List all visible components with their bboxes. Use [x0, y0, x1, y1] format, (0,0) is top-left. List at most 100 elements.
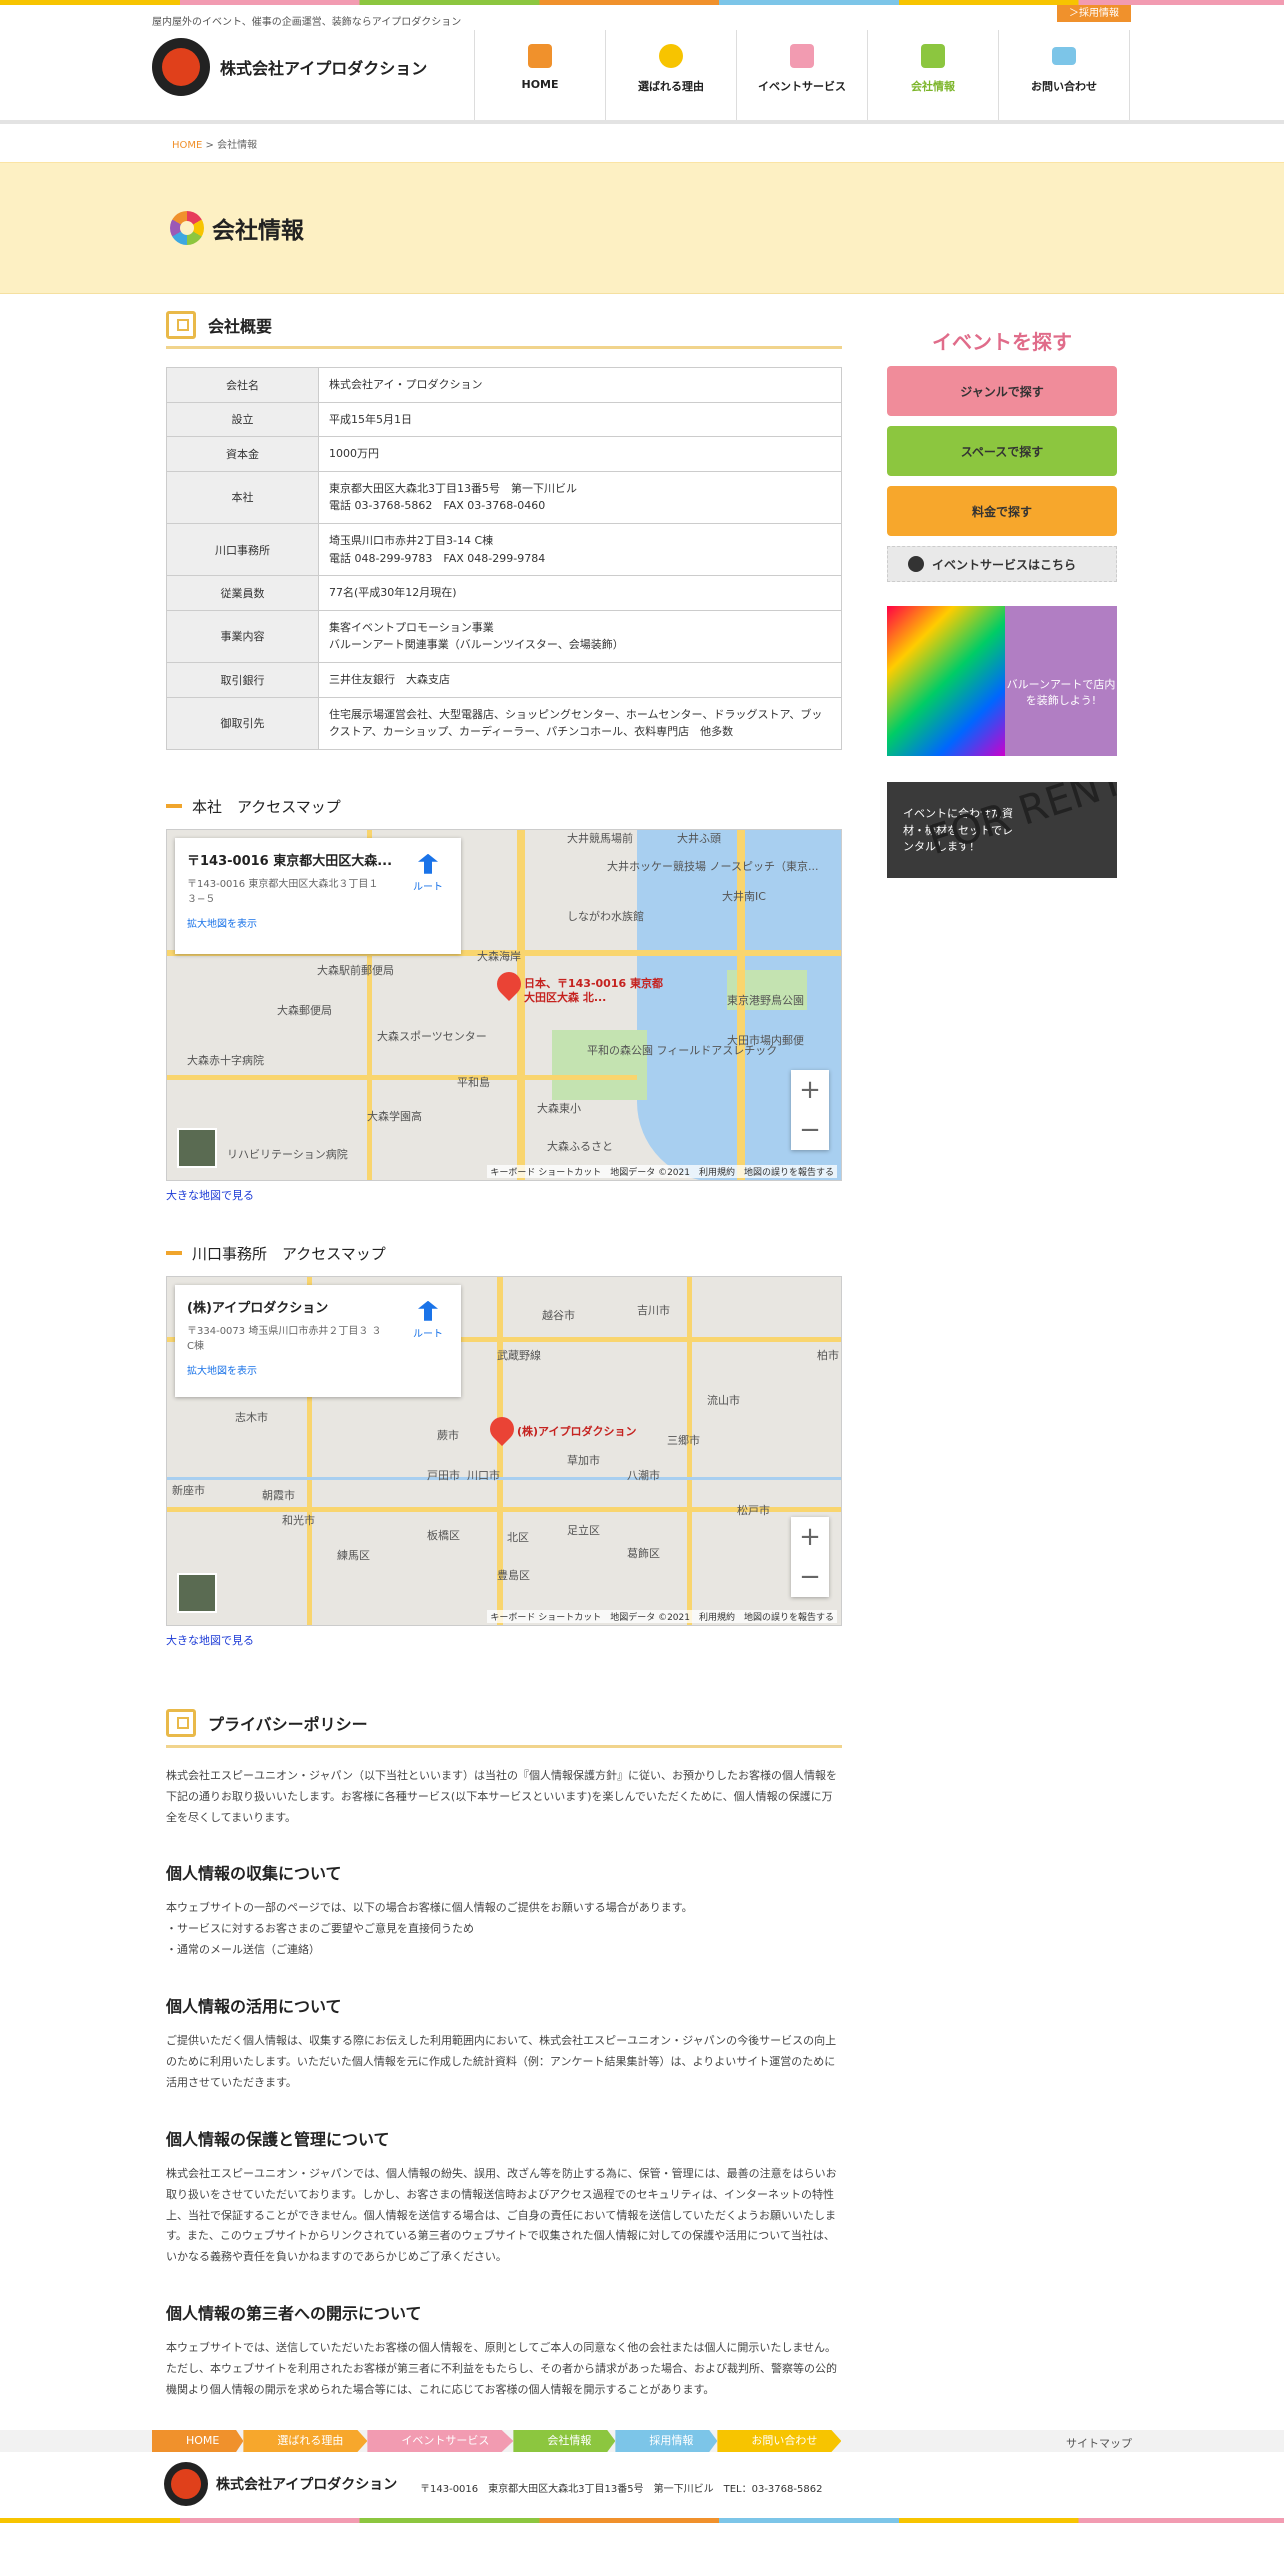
- map-pin-label: 日本、〒143-0016 東京都大田区大森 北...: [524, 976, 663, 1005]
- page-header-band: 会社情報: [0, 162, 1284, 294]
- map-place-label: 柏市: [817, 1348, 839, 1362]
- event-service-link[interactable]: イベントサービスはこちら: [887, 546, 1117, 582]
- map1-heading: 本社 アクセスマップ: [166, 796, 842, 817]
- map-attribution[interactable]: キーボード ショートカット 地図データ ©2021 利用規約 地図の誤りを報告す…: [487, 1164, 837, 1178]
- balloon-art-banner[interactable]: バルーンアートで店内を装飾しよう!: [887, 606, 1117, 756]
- map-card-address: 〒143-0016 東京都大田区大森北３丁目１３−５: [187, 878, 379, 905]
- map-enlarge-link[interactable]: 拡大地図を表示: [187, 915, 449, 930]
- info-value: 1000万円: [318, 436, 842, 472]
- footer-nav-item[interactable]: HOME: [152, 2430, 244, 2452]
- footer-nav-item[interactable]: イベントサービス: [367, 2430, 514, 2452]
- zoom-out-button[interactable]: −: [791, 1110, 829, 1150]
- rental-banner[interactable]: イベントに合わせた資材・機材をセットでレンタルします！ FOR RENT: [887, 782, 1117, 878]
- search-price-button[interactable]: 料金で探す: [887, 486, 1117, 536]
- info-row: 事業内容 集客イベントプロモーション事業 バルーンアート関連事業（バルーンツイスター…: [166, 609, 842, 663]
- sitemap-link[interactable]: サイトマップ: [1066, 2435, 1132, 2451]
- nav-home[interactable]: HOME: [475, 30, 606, 120]
- map-place-label: リハビリテーション病院: [227, 1147, 348, 1161]
- header-tagline: 屋内屋外のイベント、催事の企画運営、装飾ならアイプロダクション: [152, 17, 462, 28]
- nav-label: 選ばれる理由: [638, 80, 704, 93]
- map-place-label: 平和島: [457, 1075, 490, 1089]
- zoom-in-button[interactable]: +: [791, 1070, 829, 1110]
- info-row: 取引銀行 三井住友銀行 大森支店: [166, 661, 842, 698]
- footer-nav-item[interactable]: 会社情報: [513, 2430, 616, 2452]
- map-attribution[interactable]: キーボード ショートカット 地図データ ©2021 利用規約 地図の誤りを報告す…: [487, 1609, 837, 1623]
- map-place-label: 大井ふ頭: [677, 831, 721, 845]
- privacy-section-title: 個人情報の活用について: [166, 1997, 342, 2017]
- logo-emblem-icon: [164, 2462, 208, 2506]
- footer-logo[interactable]: 株式会社アイプロダクション: [164, 2462, 397, 2506]
- briefcase-icon: [921, 44, 945, 68]
- site-logo[interactable]: 株式会社アイプロダクション: [152, 38, 427, 96]
- map-place-label: 大森郵便局: [277, 1003, 332, 1017]
- color-wheel-icon: [170, 211, 204, 245]
- house-icon: [528, 44, 552, 68]
- footer-address: 〒143-0016 東京都大田区大森北3丁目13番5号 第一下川ビル TEL：0…: [420, 2484, 823, 2495]
- footer-nav-item[interactable]: 選ばれる理由: [243, 2430, 368, 2452]
- info-label: 資本金: [166, 436, 319, 472]
- map-pin-icon[interactable]: [490, 1417, 514, 1451]
- footer-nav-item[interactable]: お問い合わせ: [717, 2430, 842, 2452]
- map-place-label: 大森海岸: [477, 949, 521, 963]
- satellite-toggle[interactable]: [177, 1127, 217, 1168]
- map-place-label: 吉川市: [637, 1303, 670, 1317]
- nav-event-service[interactable]: イベントサービス: [737, 30, 868, 120]
- map-place-label: 足立区: [567, 1523, 600, 1537]
- footer-nav-item[interactable]: 採用情報: [615, 2430, 718, 2452]
- route-button[interactable]: ルート: [413, 1300, 443, 1340]
- satellite-toggle[interactable]: [177, 1572, 217, 1613]
- nav-reasons[interactable]: 選ばれる理由: [606, 30, 737, 120]
- map-pin-icon[interactable]: [497, 972, 521, 1006]
- zoom-in-button[interactable]: +: [791, 1517, 829, 1557]
- privacy-section-title: 個人情報の第三者への開示について: [166, 2304, 422, 2324]
- route-label: ルート: [413, 881, 443, 893]
- map2-heading-text: 川口事務所 アクセスマップ: [192, 1244, 386, 1263]
- info-value-line: 東京都大田区大森北3丁目13番5号 第一下川ビル: [329, 481, 577, 495]
- info-row: 本社 東京都大田区大森北3丁目13番5号 第一下川ビル 電話 03-3768-586…: [166, 470, 842, 524]
- map-card-title: (株)アイプロダクション: [187, 1300, 329, 1316]
- directions-icon: [418, 853, 438, 874]
- info-label: 御取引先: [166, 696, 319, 750]
- box-icon: [166, 310, 196, 339]
- search-genre-button[interactable]: ジャンルで探す: [887, 366, 1117, 416]
- privacy-heading-text: プライバシーポリシー: [208, 1715, 368, 1735]
- sidebar: イベントを探す ジャンルで探す スペースで探す 料金で探す イベントサービスはこ…: [887, 318, 1117, 878]
- map-place-label: 大田市場内郵便: [727, 1033, 804, 1047]
- map-headquarters[interactable]: 大井競馬場前 大井ホッケー競技場 ノースピッチ（東京... しながわ水族館 大森駅前郵…: [166, 828, 842, 1181]
- balloon-photo: [887, 606, 1005, 756]
- page-title: 会社情報: [212, 218, 304, 244]
- medal-icon: [659, 44, 683, 68]
- breadcrumb-home[interactable]: HOME: [172, 140, 202, 151]
- info-value: 集客イベントプロモーション事業 バルーンアート関連事業（バルーンツイスター、会場装…: [318, 609, 842, 663]
- map-place-label: 大森ふるさと: [547, 1139, 613, 1153]
- info-value-line: 1000万円: [329, 447, 379, 461]
- map-place-label: 東京港野鳥公園: [727, 993, 804, 1007]
- route-button[interactable]: ルート: [413, 853, 443, 893]
- map-kawaguchi[interactable]: 越谷市 吉川市 武蔵野線 流山市 柏市 志木市 蕨市 草加市 三郷市 新座市 朝霞市 戸田市 川口市 八潮…: [166, 1275, 842, 1626]
- privacy-section-body: 株式会社エスピーユニオン・ジャパンでは、個人情報の紛失、誤用、改ざん等を防止する…: [166, 2166, 837, 2264]
- nav-contact[interactable]: お問い合わせ: [999, 30, 1130, 120]
- large-map-link-2[interactable]: 大きな地図で見る: [166, 1632, 842, 1648]
- footer-nav: HOME 選ばれる理由 イベントサービス 会社情報 採用情報 お問い合わせ: [152, 2430, 842, 2452]
- map-place-label: 葛飾区: [627, 1546, 660, 1560]
- search-space-button[interactable]: スペースで探す: [887, 426, 1117, 476]
- map-place-label: 大井競馬場前: [567, 831, 633, 845]
- map-place-label: 川口市: [467, 1468, 500, 1482]
- info-value: 平成15年5月1日: [318, 401, 842, 438]
- map-place-label: 大森赤十字病院: [187, 1053, 264, 1067]
- map-place-label: 大井南IC: [722, 889, 766, 903]
- company-info-table: 会社名 株式会社アイ・プロダクション 設立 平成15年5月1日 資本金 1000万円 本社東…: [166, 367, 842, 750]
- map-place-label: 志木市: [235, 1410, 268, 1424]
- event-service-link-label: イベントサービスはこちら: [932, 557, 1077, 572]
- recruit-link[interactable]: ＞採用情報: [1057, 5, 1131, 22]
- heading-bar: [166, 1251, 182, 1256]
- zoom-out-button[interactable]: −: [791, 1557, 829, 1597]
- privacy-section-body: ご提供いただく個人情報は、収集する際にお伝えした利用範囲内において、株式会社エス…: [166, 2034, 837, 2089]
- map-enlarge-link[interactable]: 拡大地図を表示: [187, 1362, 449, 1377]
- info-row: 会社名 株式会社アイ・プロダクション: [166, 367, 842, 403]
- nav-company[interactable]: 会社情報: [868, 30, 999, 120]
- info-value: 東京都大田区大森北3丁目13番5号 第一下川ビル 電話 03-3768-5862 …: [318, 470, 842, 524]
- info-row: 川口事務所 埼玉県川口市赤井2丁目3-14 C棟 電話 048-299-9783 F…: [166, 522, 842, 577]
- map-place-label: しながわ水族館: [567, 909, 644, 923]
- large-map-link-1[interactable]: 大きな地図で見る: [166, 1187, 842, 1203]
